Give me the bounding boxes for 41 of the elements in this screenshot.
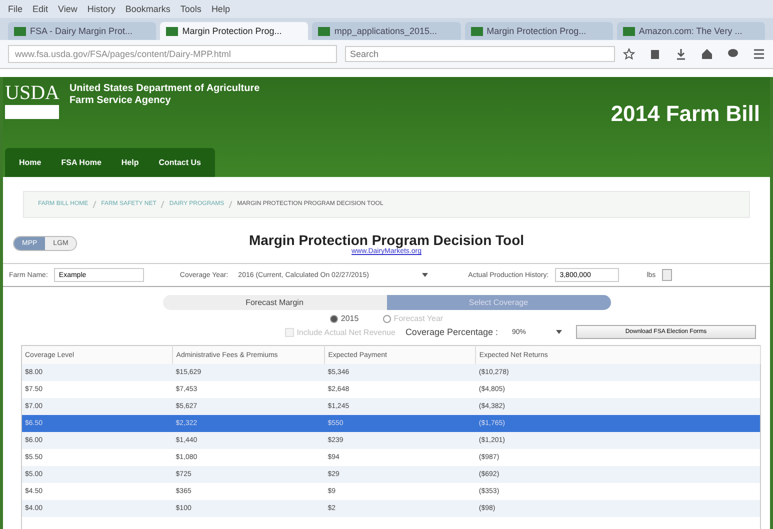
radio-label: Forecast Year <box>394 314 444 323</box>
url-field[interactable]: www.fsa.usda.gov/FSA/pages/content/Dairy-MPP.html <box>8 45 337 63</box>
radio-button[interactable] <box>330 314 338 322</box>
browser-tab[interactable]: FSA - Dairy Margin Prot... <box>8 22 156 40</box>
browser-tab[interactable]: Margin Protection Prog... <box>464 22 613 40</box>
menu-item[interactable]: Help <box>211 4 230 14</box>
radio-button[interactable] <box>382 314 391 322</box>
menu-item[interactable]: View <box>58 4 78 14</box>
radio-label: 2015 <box>340 314 359 323</box>
menu-item[interactable]: Tools <box>180 4 202 14</box>
nav-link[interactable]: Home <box>19 158 42 167</box>
menu-icon[interactable] <box>753 48 765 60</box>
favicon-icon <box>14 26 26 36</box>
browser-tab[interactable]: Amazon.com: The Very ... <box>616 22 766 40</box>
favicon-icon <box>622 26 635 36</box>
favicon-icon <box>166 26 178 36</box>
home-icon[interactable] <box>701 48 713 60</box>
browser-tab[interactable]: mpp_applications_2015... <box>312 22 461 40</box>
favicon-icon <box>318 26 330 36</box>
menu-item[interactable]: History <box>87 4 116 14</box>
caret-icon <box>556 330 562 334</box>
search-field[interactable]: Search <box>345 46 615 62</box>
field-label: Coverage Percentage : <box>405 327 498 337</box>
menu-item[interactable]: Edit <box>32 4 48 14</box>
checkbox-label: Include Actual Net Revenue <box>296 328 396 336</box>
nav-link[interactable]: Help <box>121 158 139 167</box>
browser-tab[interactable]: Margin Protection Prog... <box>160 22 308 40</box>
nav-link[interactable]: FSA Home <box>61 158 102 167</box>
menu-item[interactable]: File <box>8 4 23 14</box>
menu-item[interactable]: Bookmarks <box>125 4 170 14</box>
caret-icon <box>422 273 428 277</box>
favicon-icon <box>470 26 483 36</box>
site-title: 2014 Farm Bill <box>610 101 760 127</box>
tool-title: Margin Protection Program Decision Tool <box>248 232 524 248</box>
sub-agency-name: Farm Service Agency <box>69 95 172 106</box>
star-icon[interactable] <box>623 48 635 60</box>
usda-logo: USDA <box>5 83 60 103</box>
step-tab[interactable]: Forecast Margin <box>162 295 386 310</box>
download-icon[interactable] <box>675 48 687 60</box>
nav-link[interactable]: Contact Us <box>158 158 201 167</box>
agency-name: United States Department of Agriculture <box>69 83 260 95</box>
